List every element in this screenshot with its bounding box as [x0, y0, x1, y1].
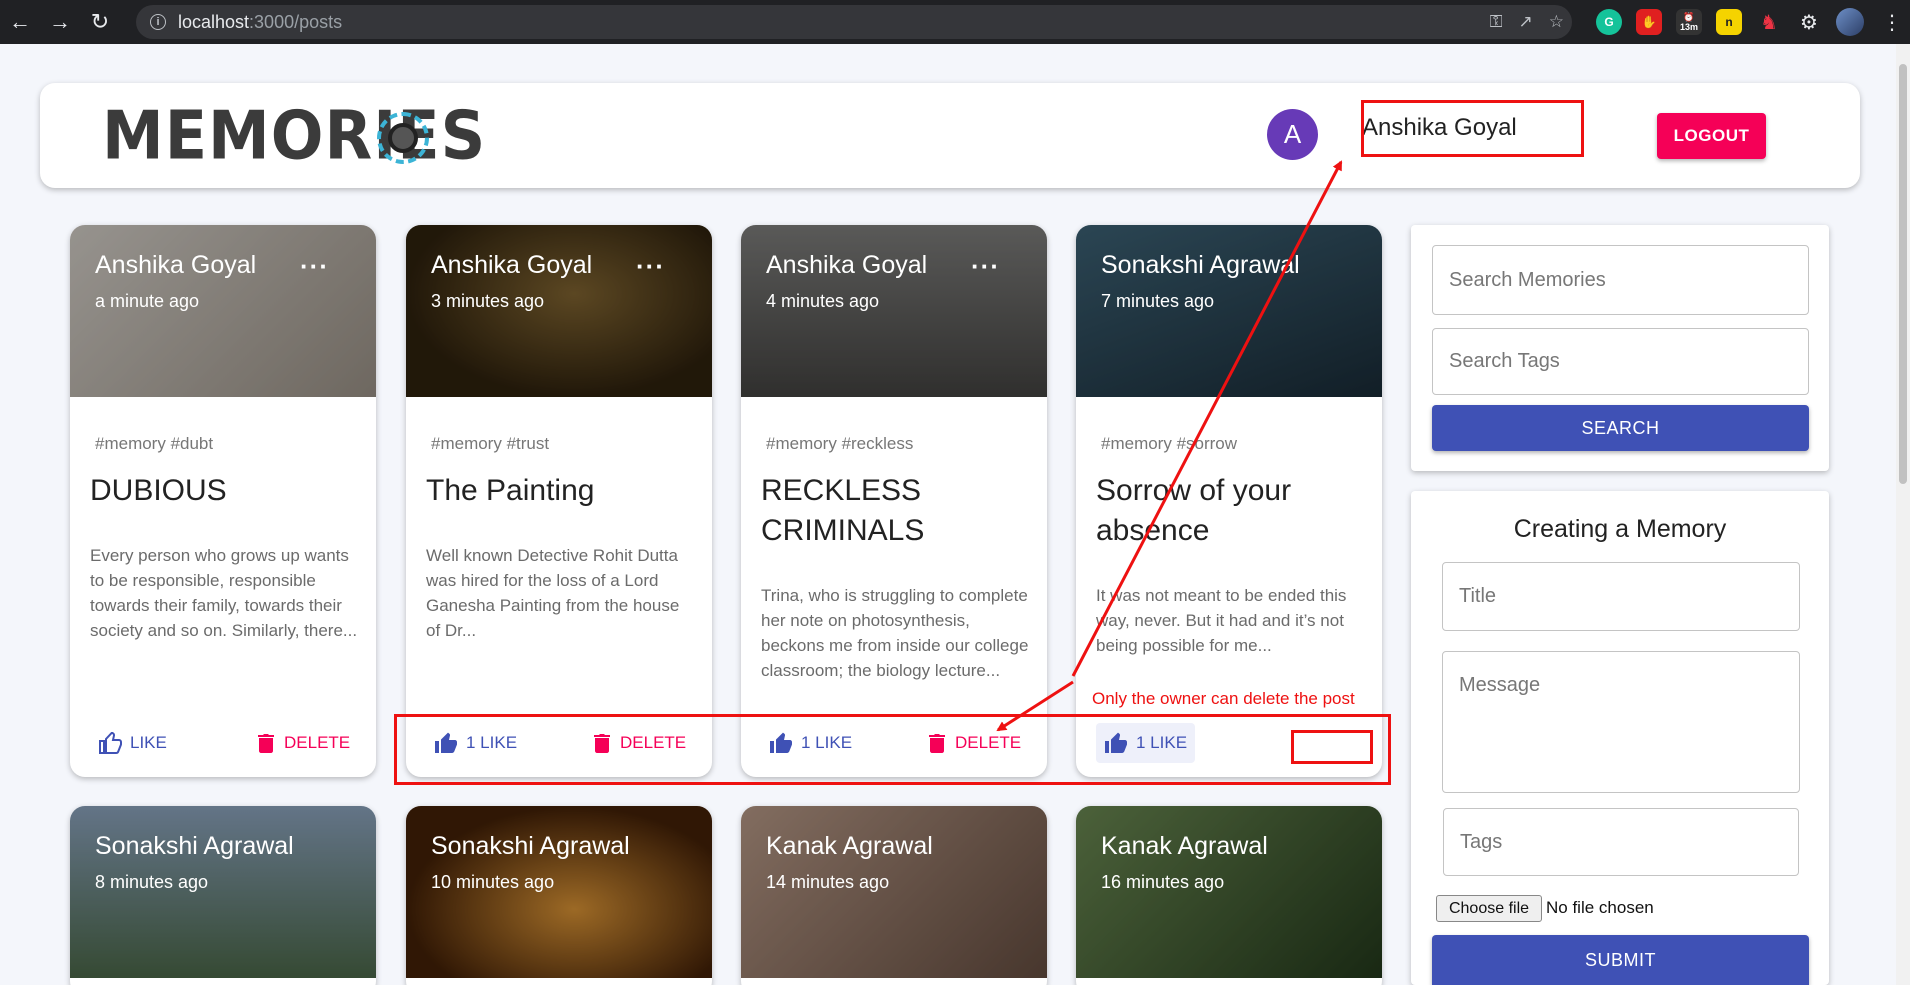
annotation-note: Only the owner can delete the post: [1092, 689, 1355, 708]
forward-icon[interactable]: →: [40, 0, 80, 44]
post-image: Kanak Agrawal 16 minutes ago: [1076, 806, 1382, 978]
url-host: localhost: [178, 11, 250, 32]
app-header: MEMORIES A Anshika Goyal LOGOUT: [40, 83, 1860, 188]
chess-extension-icon[interactable]: ♞: [1756, 9, 1782, 35]
like-button[interactable]: LIKE: [90, 723, 175, 763]
tags-input[interactable]: Tags: [1443, 808, 1799, 876]
post-tags: #memory #dubt: [95, 434, 214, 453]
post-title: Sorrow of your absence: [1096, 474, 1292, 547]
post-card: Anshika Goyal 4 minutes ago ··· #memory …: [741, 225, 1047, 777]
more-options-icon[interactable]: ···: [971, 251, 1000, 282]
post-card: Sonakshi Agrawal 8 minutes ago: [70, 806, 376, 985]
post-time: 3 minutes ago: [431, 291, 545, 311]
post-message: Well known Detective Rohit Dutta was hir…: [426, 546, 680, 640]
more-options-icon[interactable]: ···: [636, 251, 665, 282]
star-icon[interactable]: ☆: [1549, 12, 1564, 32]
post-image: Sonakshi Agrawal 7 minutes ago: [1076, 225, 1382, 397]
post-message: Trina, who is struggling to complete her…: [761, 586, 1029, 680]
post-author: Sonakshi Agrawal: [1101, 251, 1300, 279]
grammarly-extension-icon[interactable]: G: [1596, 9, 1622, 35]
post-tags: #memory #sorrow: [1101, 434, 1238, 453]
post-time: 10 minutes ago: [431, 872, 555, 892]
post-time: a minute ago: [95, 291, 200, 311]
address-bar[interactable]: i localhost :3000/posts ⚿ ↗ ☆: [136, 5, 1572, 39]
post-time: 14 minutes ago: [766, 872, 890, 892]
post-time: 16 minutes ago: [1101, 872, 1225, 892]
file-status: No file chosen: [1546, 898, 1654, 917]
post-title: The Painting: [426, 474, 595, 507]
delete-label: DELETE: [284, 733, 351, 752]
post-card: Kanak Agrawal 16 minutes ago: [1076, 806, 1382, 985]
annotation-missing-delete-box: [1291, 730, 1373, 764]
submit-button[interactable]: SUBMIT: [1432, 935, 1809, 985]
post-author: Sonakshi Agrawal: [431, 832, 630, 860]
annotation-actions-box: [394, 714, 1391, 785]
post-image: Sonakshi Agrawal 10 minutes ago: [406, 806, 712, 978]
like-label: LIKE: [130, 733, 167, 752]
post-time: 4 minutes ago: [766, 291, 880, 311]
title-input[interactable]: Title: [1442, 562, 1800, 631]
post-tags: #memory #trust: [431, 434, 550, 453]
post-image: Anshika Goyal 4 minutes ago ···: [741, 225, 1047, 397]
post-author: Sonakshi Agrawal: [95, 832, 294, 860]
post-card: Kanak Agrawal 14 minutes ago: [741, 806, 1047, 985]
post-author: Kanak Agrawal: [1101, 832, 1268, 860]
form-heading: Creating a Memory: [1513, 515, 1727, 543]
more-options-icon[interactable]: ···: [300, 251, 329, 282]
post-time: 8 minutes ago: [95, 872, 209, 892]
post-card: Anshika Goyal 3 minutes ago ··· #memory …: [406, 225, 712, 777]
choose-file-button[interactable]: Choose file: [1436, 895, 1542, 922]
page-scrollbar[interactable]: [1896, 44, 1910, 985]
logout-button[interactable]: LOGOUT: [1657, 113, 1766, 159]
message-textarea[interactable]: Message: [1442, 651, 1800, 793]
extension-badge: 13m: [1679, 22, 1698, 32]
avatar: A: [1267, 109, 1318, 160]
post-card: Sonakshi Agrawal 10 minutes ago: [406, 806, 712, 985]
post-image: Anshika Goyal 3 minutes ago ···: [406, 225, 712, 397]
post-image: Sonakshi Agrawal 8 minutes ago: [70, 806, 376, 978]
post-title: DUBIOUS: [90, 474, 227, 507]
share-icon[interactable]: ↗: [1519, 12, 1533, 32]
site-info-icon[interactable]: i: [150, 14, 166, 30]
search-tags-input[interactable]: Search Tags: [1432, 328, 1809, 395]
adblock-extension-icon[interactable]: ✋: [1636, 9, 1662, 35]
trash-icon: [258, 734, 274, 753]
reload-icon[interactable]: ↻: [80, 0, 120, 44]
browser-menu-icon[interactable]: ⋮: [1882, 10, 1902, 35]
timer-extension-icon[interactable]: ⏰ 13m: [1676, 9, 1702, 35]
search-button[interactable]: SEARCH: [1432, 405, 1809, 451]
key-icon[interactable]: ⚿: [1490, 12, 1503, 32]
search-memories-input[interactable]: Search Memories: [1432, 245, 1809, 315]
camera-lens-icon: [377, 112, 429, 164]
post-image: Anshika Goyal a minute ago ···: [70, 225, 376, 397]
url-path: :3000/posts: [249, 11, 343, 32]
thumb-up-outline-icon: [99, 732, 122, 754]
delete-button[interactable]: DELETE: [250, 723, 358, 763]
annotation-username-box: [1361, 100, 1584, 157]
browser-toolbar: ← → ↻ i localhost :3000/posts ⚿ ↗ ☆ G ✋ …: [0, 0, 1910, 44]
back-icon[interactable]: ←: [0, 0, 40, 44]
post-author: Anshika Goyal: [95, 251, 257, 279]
puzzle-icon[interactable]: ⚙: [1796, 9, 1822, 35]
post-tags: #memory #reckless: [766, 434, 914, 453]
post-title: RECKLESS CRIMINALS: [761, 474, 925, 547]
post-author: Anshika Goyal: [431, 251, 593, 279]
yellow-extension-icon[interactable]: n: [1716, 9, 1742, 35]
scrollbar-thumb[interactable]: [1899, 64, 1907, 484]
post-author: Kanak Agrawal: [766, 832, 933, 860]
post-card: Anshika Goyal a minute ago ··· #memory #…: [70, 225, 376, 777]
post-author: Anshika Goyal: [766, 251, 928, 279]
profile-avatar[interactable]: [1836, 8, 1864, 36]
post-message: Every person who grows up wants to be re…: [90, 546, 358, 640]
post-time: 7 minutes ago: [1101, 291, 1215, 311]
post-message: It was not meant to be ended this way, n…: [1096, 586, 1347, 655]
post-image: Kanak Agrawal 14 minutes ago: [741, 806, 1047, 978]
